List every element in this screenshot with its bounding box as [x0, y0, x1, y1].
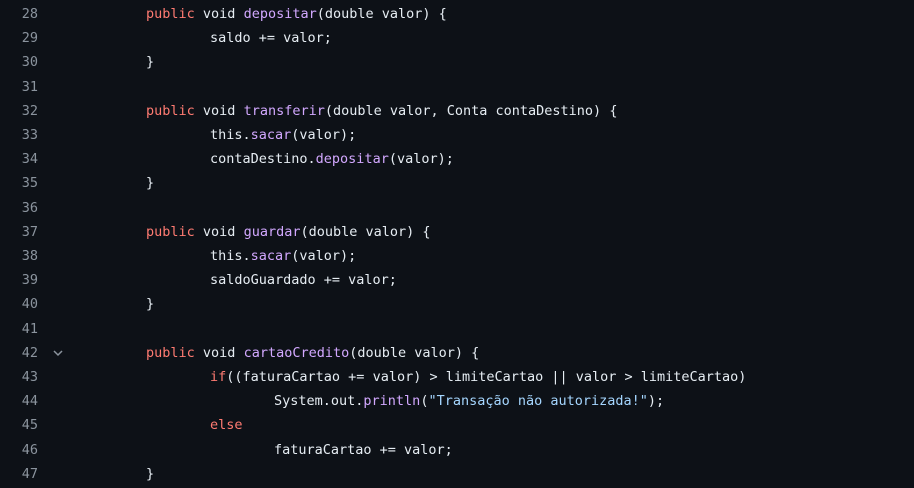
line-number: 39 [21, 272, 38, 289]
code-line[interactable]: 37 public void guardar(double valor) { [0, 220, 914, 244]
code-token: this. [210, 127, 251, 143]
code-line[interactable]: 36 [0, 196, 914, 220]
function-name: println [363, 393, 421, 410]
line-number: 28 [21, 6, 38, 22]
keyword: public [146, 6, 195, 22]
code-line[interactable]: 39 saldoGuardado += valor; [0, 268, 914, 292]
code-token: (double valor, Conta contaDestino) { [324, 102, 618, 119]
line-number: 43 [21, 369, 38, 385]
code-line[interactable]: 33 this.sacar(valor); [0, 123, 914, 147]
code-line[interactable]: 43 if((faturaCartao += valor) > limiteCar… [0, 365, 914, 389]
code-token: (double valor) { [316, 6, 447, 22]
code-text: public void depositar(double valor) { [146, 2, 447, 26]
function-name: guardar [243, 223, 301, 240]
code-editor[interactable]: 28 public void depositar(double valor) {2… [0, 0, 914, 488]
code-line[interactable]: 47} [0, 462, 914, 486]
code-token: System.out. [274, 393, 364, 410]
code-text: public void transferir(double valor, Con… [146, 99, 617, 123]
code-token: } [146, 175, 155, 192]
line-number: 30 [21, 54, 38, 71]
code-line[interactable]: 32 public void transferir(double valor, C… [0, 99, 914, 123]
code-text: saldoGuardado += valor; [210, 268, 397, 292]
code-text: saldo += valor; [210, 26, 332, 50]
code-text: this.sacar(valor); [210, 244, 356, 268]
code-token: faturaCartao += valor; [274, 441, 453, 458]
code-token: } [146, 54, 155, 71]
line-number: 29 [21, 30, 38, 47]
code-token: (valor); [291, 127, 357, 143]
function-name: cartaoCredito [243, 344, 350, 361]
line-number: 33 [21, 127, 38, 143]
string-literal: "Transação não autorizada!" [428, 393, 648, 410]
code-token: contaDestino. [210, 151, 316, 168]
code-line[interactable]: 41 [0, 317, 914, 341]
code-line[interactable]: 46 faturaCartao += valor; [0, 438, 914, 462]
code-line[interactable]: 34 contaDestino.depositar(valor); [0, 147, 914, 171]
keyword: public [146, 223, 195, 240]
code-text: else [210, 413, 243, 437]
function-name: transferir [243, 102, 325, 119]
line-number: 36 [21, 199, 38, 216]
code-line[interactable]: 44 System.out.println("Transação não auto… [0, 389, 914, 413]
keyword: public [146, 344, 195, 361]
function-name: sacar [250, 248, 292, 264]
code-token: (valor); [388, 151, 454, 168]
code-text: this.sacar(valor); [210, 123, 356, 147]
code-token: void [194, 102, 244, 119]
function-name: depositar [243, 6, 317, 22]
code-text: } [146, 171, 154, 195]
code-token: } [146, 465, 155, 482]
line-number: 41 [21, 320, 38, 337]
code-token: this. [210, 248, 251, 264]
chevron-down-icon[interactable] [50, 341, 66, 365]
code-token: void [194, 223, 244, 240]
line-number: 42 [21, 344, 38, 361]
code-token: (double valor) { [300, 223, 431, 240]
line-number: 32 [21, 102, 38, 119]
line-number: 31 [21, 78, 38, 95]
line-number: 44 [21, 393, 38, 410]
code-line[interactable]: 42 public void cartaoCredito(double valor… [0, 341, 914, 365]
code-text: contaDestino.depositar(valor); [210, 147, 454, 171]
line-number: 38 [21, 248, 38, 264]
code-line[interactable]: 40} [0, 292, 914, 316]
code-line[interactable]: 29 saldo += valor; [0, 26, 914, 50]
keyword: public [146, 102, 195, 119]
line-number: 40 [21, 296, 38, 313]
code-token: void [194, 6, 244, 22]
code-line[interactable]: 30} [0, 50, 914, 74]
code-line[interactable]: 31 [0, 75, 914, 99]
code-line[interactable]: 38 this.sacar(valor); [0, 244, 914, 268]
line-number: 34 [21, 151, 38, 168]
code-text: System.out.println("Transação não autori… [274, 389, 664, 413]
code-token: saldoGuardado += valor; [210, 272, 397, 289]
function-name: sacar [250, 127, 292, 143]
keyword: if [210, 369, 227, 385]
code-token: (valor); [291, 248, 357, 264]
code-token: void [194, 344, 244, 361]
code-token: ((faturaCartao += valor) > limiteCartao … [226, 369, 747, 385]
code-token: saldo += valor; [210, 30, 332, 47]
code-text: } [146, 462, 154, 486]
code-text: faturaCartao += valor; [274, 438, 453, 462]
line-number: 35 [21, 175, 38, 192]
code-line[interactable]: 45 else [0, 413, 914, 437]
code-token: (double valor) { [349, 344, 480, 361]
code-text: if((faturaCartao += valor) > limiteCarta… [210, 365, 746, 389]
code-text: } [146, 50, 154, 74]
line-number: 37 [21, 223, 38, 240]
line-number: 47 [21, 465, 38, 482]
code-token: } [146, 296, 155, 313]
line-number: 45 [21, 417, 38, 434]
keyword: else [210, 417, 243, 434]
code-text: public void cartaoCredito(double valor) … [146, 341, 479, 365]
code-text: public void guardar(double valor) { [146, 220, 431, 244]
code-text: } [146, 292, 154, 316]
line-number: 46 [21, 441, 38, 458]
function-name: depositar [315, 151, 389, 168]
code-line[interactable]: 35} [0, 171, 914, 195]
code-token: ); [647, 393, 665, 410]
code-line[interactable]: 28 public void depositar(double valor) { [0, 2, 914, 26]
